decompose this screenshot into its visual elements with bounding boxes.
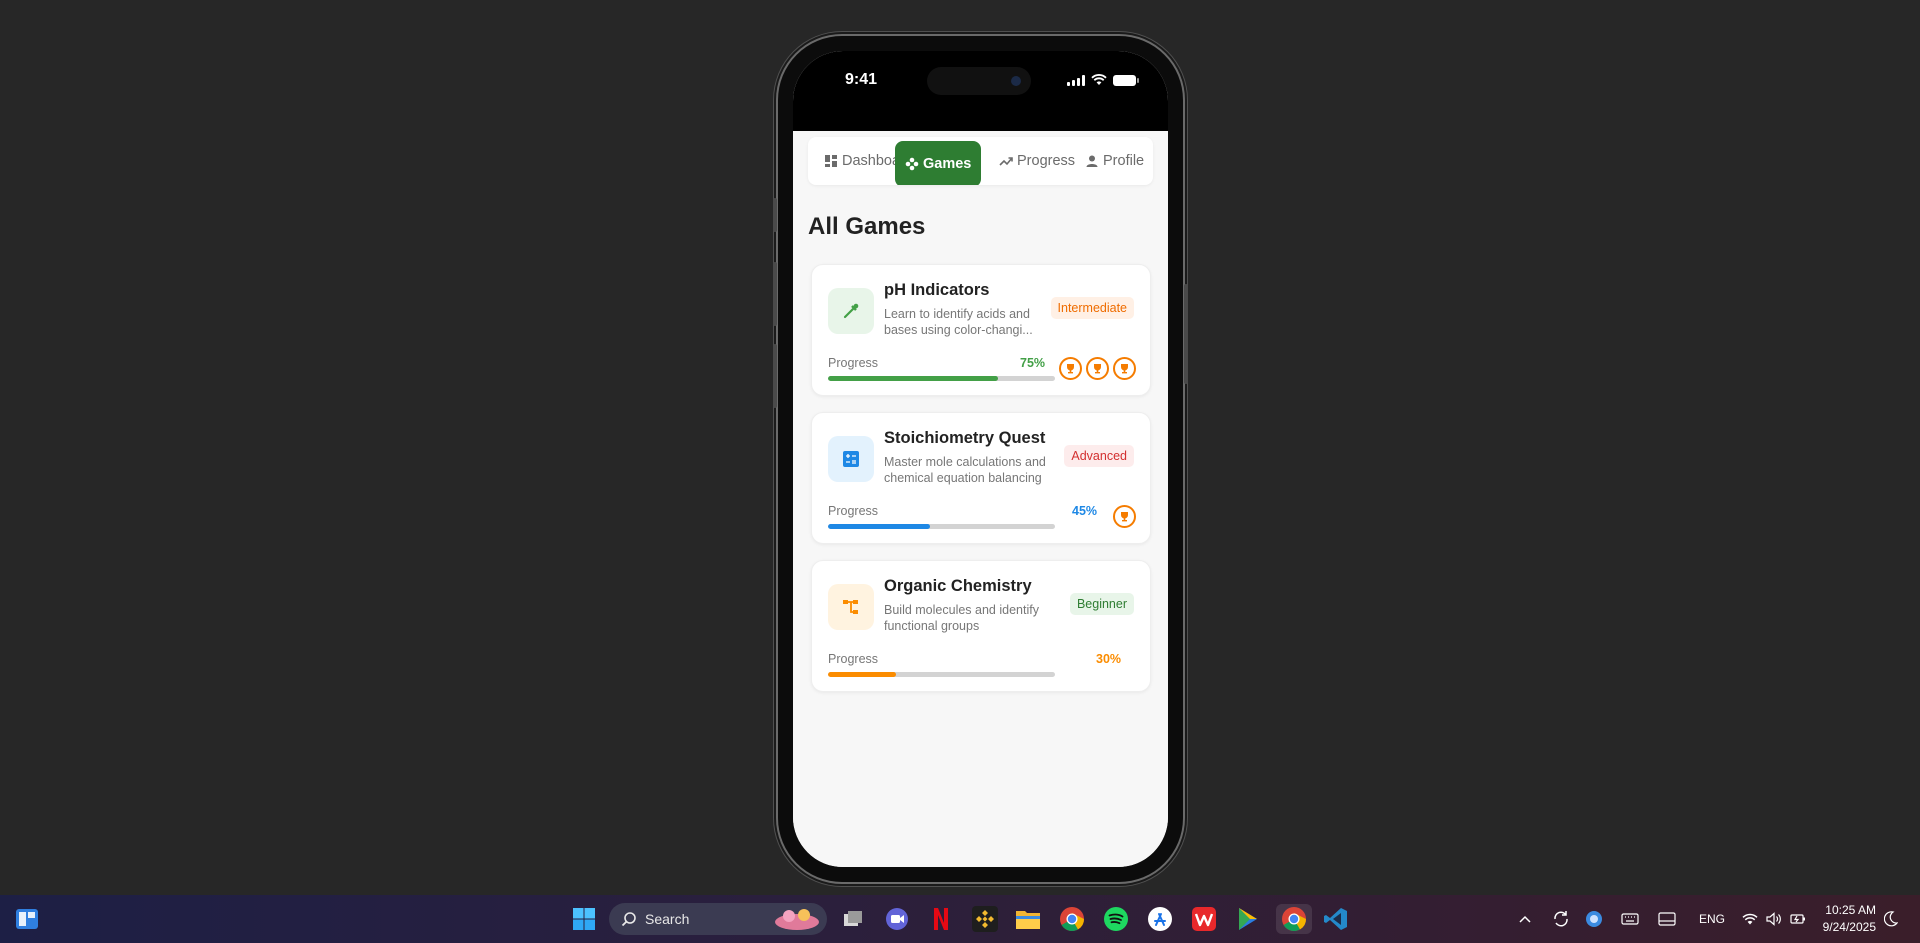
- wifi-icon: [1742, 913, 1758, 924]
- volume-up-button: [773, 262, 777, 326]
- tab-games[interactable]: Games: [895, 141, 982, 185]
- game-card-organic-chemistry[interactable]: Organic Chemistry Build molecules and id…: [811, 560, 1151, 692]
- nav-tabs: Dashboard Progress Profile Games: [808, 137, 1153, 185]
- progress-percent: 45%: [1072, 504, 1098, 518]
- start-icon[interactable]: [569, 904, 599, 934]
- app-store-icon[interactable]: [1145, 904, 1175, 934]
- teams-meet-icon[interactable]: [882, 904, 912, 934]
- camera-icon: [1011, 76, 1021, 86]
- difficulty-badge: Advanced: [1064, 445, 1134, 467]
- trophy-icon: [1113, 357, 1136, 380]
- molecule-structure-icon: [843, 600, 858, 614]
- wps-office-icon[interactable]: [1189, 904, 1219, 934]
- cellular-signal-icon: [1067, 74, 1085, 86]
- progress-bar: [828, 524, 1055, 529]
- calculator-icon: [843, 451, 859, 467]
- clock-date: 9/24/2025: [1822, 920, 1876, 934]
- do-not-disturb-icon[interactable]: [1884, 895, 1898, 943]
- gamepad-icon: [905, 157, 919, 171]
- tab-progress-label: Progress: [1017, 153, 1076, 169]
- progress-bar: [828, 376, 1055, 381]
- game-title: pH Indicators: [884, 281, 990, 299]
- tab-profile-label: Profile: [1103, 153, 1145, 169]
- trophy-icon: [1086, 357, 1109, 380]
- tab-profile[interactable]: Profile: [1085, 137, 1144, 185]
- game-icon-tile: [828, 584, 874, 630]
- file-explorer-icon[interactable]: [1013, 904, 1043, 934]
- tab-progress[interactable]: Progress: [999, 137, 1075, 185]
- power-button: [1184, 284, 1188, 384]
- trophy-icon: [1113, 505, 1136, 528]
- phone-frame: 9:41 Dashboard Progress Profile Games Al…: [773, 36, 1188, 882]
- person-icon: [1086, 155, 1098, 167]
- progress-label: Progress: [828, 504, 879, 518]
- language-indicator[interactable]: ENG: [1699, 895, 1725, 943]
- game-description: Build molecules and identify functional …: [884, 603, 1039, 633]
- binance-icon[interactable]: [970, 904, 1000, 934]
- sync-icon[interactable]: [1552, 895, 1570, 943]
- trophy-list: [1113, 505, 1136, 528]
- search-highlight-icon: [775, 909, 819, 930]
- wifi-icon: [1091, 74, 1107, 85]
- trending-up-icon: [999, 157, 1013, 166]
- progress-percent: 30%: [1096, 652, 1122, 666]
- game-description: Master mole calculations and chemical eq…: [884, 455, 1046, 485]
- battery-charging-icon: [1790, 914, 1805, 924]
- task-view-icon[interactable]: [838, 904, 868, 934]
- game-title: Organic Chemistry: [884, 577, 1032, 595]
- game-icon-tile: [828, 288, 874, 334]
- difficulty-badge: Beginner: [1069, 593, 1134, 615]
- battery-icon: [1113, 74, 1139, 86]
- account-icon[interactable]: [1585, 895, 1603, 943]
- status-bar: 9:41: [793, 51, 1168, 131]
- google-play-games-icon[interactable]: [1233, 904, 1263, 934]
- progress-percent: 75%: [1020, 356, 1046, 370]
- search-icon: [621, 912, 636, 927]
- game-description: Learn to identify acids and bases using …: [884, 307, 1033, 337]
- status-time: 9:41: [845, 71, 878, 88]
- tablet-mode-icon[interactable]: [1658, 895, 1676, 943]
- eyedropper-icon: [843, 303, 859, 319]
- vscode-icon[interactable]: [1321, 904, 1351, 934]
- tray-chevron-icon[interactable]: [1518, 895, 1532, 943]
- taskbar: Search ENG 10:25 AM 9/24/2025: [0, 895, 1920, 943]
- progress-fill: [828, 672, 897, 677]
- chrome-active-icon[interactable]: [1276, 904, 1312, 934]
- game-card-stoichiometry-quest[interactable]: Stoichiometry Quest Master mole calculat…: [811, 412, 1151, 544]
- progress-fill: [828, 376, 999, 381]
- volume-down-button: [773, 344, 777, 408]
- progress-bar: [828, 672, 1055, 677]
- taskbar-clock[interactable]: 10:25 AM 9/24/2025: [1823, 902, 1876, 936]
- taskbar-search[interactable]: Search: [609, 903, 827, 935]
- progress-fill: [828, 524, 931, 529]
- chrome-icon[interactable]: [1057, 904, 1087, 934]
- widgets-icon[interactable]: [12, 904, 42, 934]
- progress-label: Progress: [828, 356, 879, 370]
- dashboard-icon: [825, 155, 837, 167]
- dynamic-island: [927, 67, 1031, 95]
- app-content: Dashboard Progress Profile Games All Gam…: [793, 131, 1168, 867]
- game-title: Stoichiometry Quest: [884, 429, 1046, 447]
- progress-label: Progress: [828, 652, 879, 666]
- netflix-icon[interactable]: [926, 904, 956, 934]
- trophy-list: [1059, 357, 1136, 380]
- game-card-ph-indicators[interactable]: pH Indicators Learn to identify acids an…: [811, 264, 1151, 396]
- phone-screen: 9:41 Dashboard Progress Profile Games Al…: [793, 51, 1168, 867]
- action-button: [773, 198, 777, 232]
- volume-icon: [1766, 912, 1781, 926]
- page-title: All Games: [808, 213, 926, 240]
- game-icon-tile: [828, 436, 874, 482]
- keyboard-icon[interactable]: [1621, 895, 1639, 943]
- tab-games-label: Games: [923, 156, 972, 172]
- trophy-icon: [1059, 357, 1082, 380]
- quick-settings[interactable]: [1742, 895, 1806, 943]
- clock-time: 10:25 AM: [1825, 903, 1876, 917]
- search-label: Search: [645, 911, 690, 927]
- difficulty-badge: Intermediate: [1050, 297, 1134, 319]
- spotify-icon[interactable]: [1101, 904, 1131, 934]
